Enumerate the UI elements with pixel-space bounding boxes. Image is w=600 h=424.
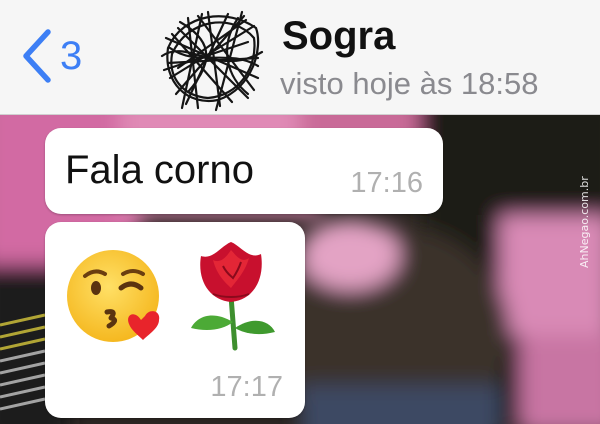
- message-bubble-incoming[interactable]: Fala corno 17:16: [45, 128, 443, 214]
- chevron-left-icon: [23, 29, 51, 83]
- contact-name[interactable]: Sogra: [282, 14, 395, 59]
- message-timestamp: 17:17: [210, 371, 283, 403]
- rose-emoji: [191, 242, 275, 351]
- unread-count: 3: [60, 34, 83, 78]
- scribbled-avatar-icon: [160, 10, 264, 112]
- chat-header: 3 Sogra visto hoje às 18:58: [0, 0, 600, 115]
- kissing-face-with-heart-emoji: [67, 250, 160, 342]
- message-text: Fala corno: [65, 148, 254, 192]
- last-seen-status: visto hoje às 18:58: [280, 66, 539, 101]
- avatar[interactable]: [158, 8, 268, 118]
- watermark: AhNegao.com.br: [578, 176, 591, 268]
- message-bubble-incoming[interactable]: 17:17: [45, 222, 305, 418]
- back-button[interactable]: 3: [20, 26, 110, 86]
- message-timestamp: 17:16: [350, 167, 423, 199]
